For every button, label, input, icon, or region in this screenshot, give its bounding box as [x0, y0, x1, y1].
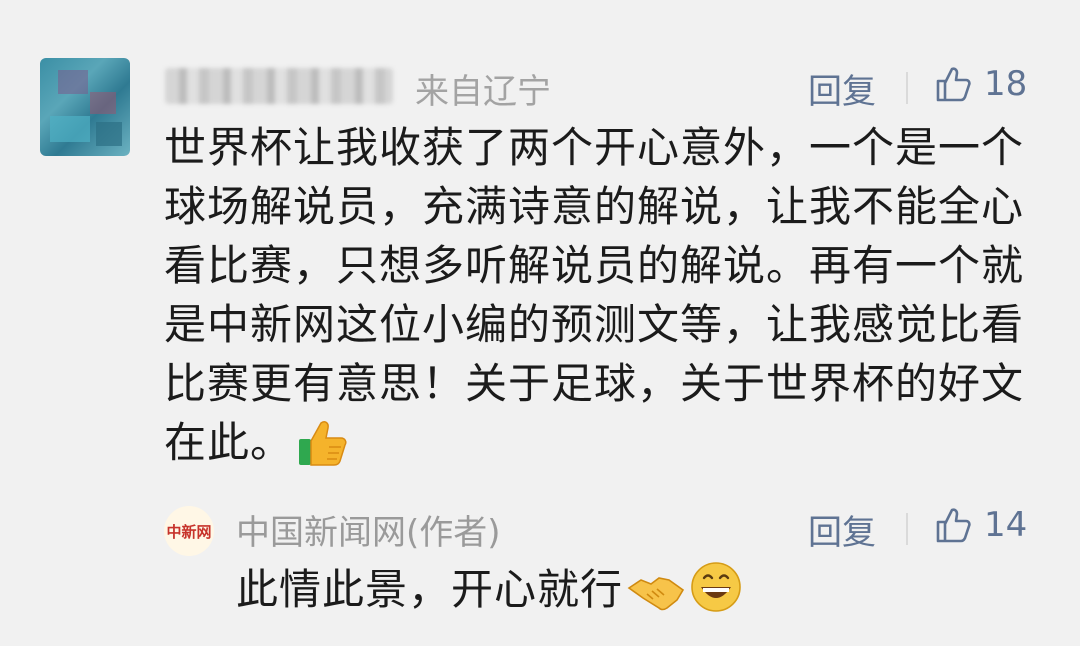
- comment-body: 世界杯让我收获了两个开心意外，一个是一个球场解说员，充满诗意的解说，让我不能全心…: [164, 118, 1024, 482]
- divider: [906, 72, 908, 104]
- thumbs-up-outline-icon: [936, 67, 971, 102]
- comment-text: 世界杯让我收获了两个开心意外，一个是一个球场解说员，充满诗意的解说，让我不能全心…: [164, 123, 1025, 467]
- reply-button[interactable]: 回复: [808, 64, 876, 113]
- author-reply-text: 此情此景，开心就行: [236, 565, 624, 614]
- author-reply-body: 此情此景，开心就行: [236, 560, 743, 628]
- user-avatar[interactable]: [40, 58, 130, 156]
- grinning-face-icon: [689, 560, 743, 628]
- like-button[interactable]: 18: [934, 64, 1027, 104]
- author-like-count: 14: [984, 505, 1028, 545]
- like-count: 18: [984, 64, 1028, 104]
- author-reply-button[interactable]: 回复: [808, 505, 876, 554]
- thumbs-up-icon: [297, 417, 351, 482]
- author-avatar[interactable]: 中新网: [164, 506, 214, 556]
- author-like-button[interactable]: 14: [934, 505, 1027, 545]
- location-label: 来自辽宁: [415, 72, 551, 112]
- author-name[interactable]: 中国新闻网(作者): [236, 505, 501, 554]
- handshake-icon: [627, 570, 685, 628]
- username-blurred[interactable]: [165, 68, 393, 104]
- divider: [906, 513, 908, 545]
- thumbs-up-outline-icon: [936, 508, 971, 543]
